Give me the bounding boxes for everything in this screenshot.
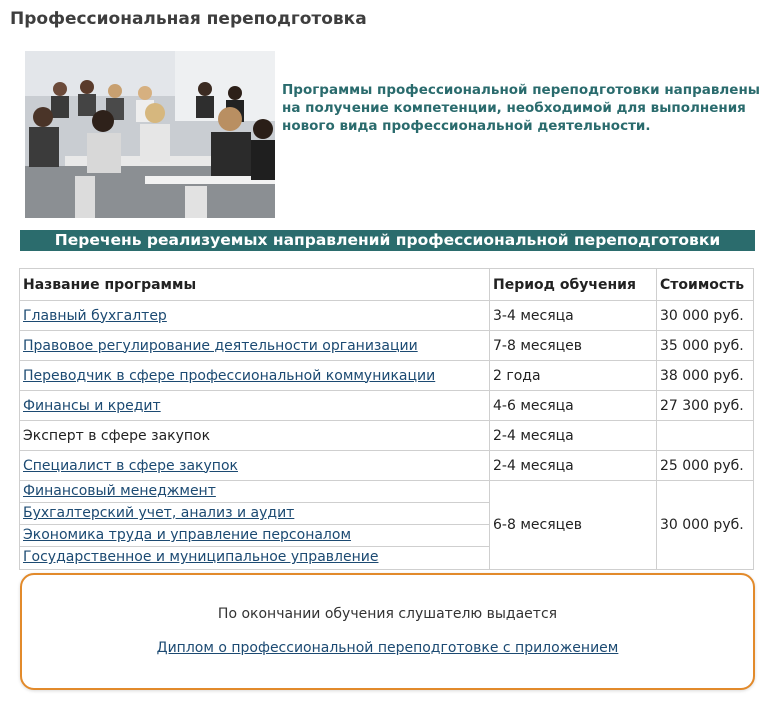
period-cell: 6-8 месяцев (489, 480, 657, 570)
programs-table: Название программы Период обучения Стоим… (19, 268, 754, 570)
program-name-cell: Правовое регулирование деятельности орга… (19, 330, 490, 361)
cost-cell: 35 000 руб. (656, 330, 754, 361)
list-item: Государственное и муниципальное управлен… (20, 547, 489, 569)
program-name-cell: Главный бухгалтер (19, 300, 490, 331)
table-row-group: Финансовый менеджмент Бухгалтерский учет… (19, 480, 754, 570)
intro-text: Программы профессиональной переподготовк… (282, 82, 760, 134)
page-title: Профессиональная переподготовка (10, 9, 367, 29)
header-cost: Стоимость (656, 268, 754, 301)
list-item: Финансовый менеджмент (20, 481, 489, 503)
cost-cell: 38 000 руб. (656, 360, 754, 391)
diploma-note-box: По окончании обучения слушателю выдается… (20, 573, 755, 690)
table-row: Специалист в сфере закупок 2-4 месяца 25… (19, 450, 754, 481)
program-name-cell: Эксперт в сфере закупок (19, 420, 490, 451)
header-period: Период обучения (489, 268, 657, 301)
program-link-chief-accountant[interactable]: Главный бухгалтер (23, 308, 167, 324)
table-header-row: Название программы Период обучения Стоим… (19, 268, 754, 301)
period-cell: 4-6 месяца (489, 390, 657, 421)
period-cell: 2-4 месяца (489, 450, 657, 481)
table-row: Главный бухгалтер 3-4 месяца 30 000 руб. (19, 300, 754, 331)
table-row: Переводчик в сфере профессиональной комм… (19, 360, 754, 391)
program-link-finance-credit[interactable]: Финансы и кредит (23, 398, 161, 414)
program-link-public-administration[interactable]: Государственное и муниципальное управлен… (23, 549, 378, 565)
table-row: Финансы и кредит 4-6 месяца 27 300 руб. (19, 390, 754, 421)
section-banner: Перечень реализуемых направлений професс… (20, 230, 755, 251)
cost-cell (656, 420, 754, 451)
period-cell: 7-8 месяцев (489, 330, 657, 361)
classroom-photo (25, 51, 275, 218)
header-name: Название программы (19, 268, 490, 301)
table-row: Эксперт в сфере закупок 2-4 месяца (19, 420, 754, 451)
program-link-procurement-specialist[interactable]: Специалист в сфере закупок (23, 458, 238, 474)
table-row: Правовое регулирование деятельности орга… (19, 330, 754, 361)
program-link-translator[interactable]: Переводчик в сфере профессиональной комм… (23, 368, 435, 384)
cost-cell: 30 000 руб. (656, 480, 754, 570)
period-cell: 2-4 месяца (489, 420, 657, 451)
diploma-link[interactable]: Диплом о профессиональной переподготовке… (157, 640, 619, 656)
note-text: По окончании обучения слушателю выдается (217, 606, 558, 622)
period-cell: 3-4 месяца (489, 300, 657, 331)
program-name-cell: Специалист в сфере закупок (19, 450, 490, 481)
period-cell: 2 года (489, 360, 657, 391)
program-link-financial-management[interactable]: Финансовый менеджмент (23, 483, 216, 499)
program-name-cell: Финансы и кредит (19, 390, 490, 421)
program-name-cell: Переводчик в сфере профессиональной комм… (19, 360, 490, 391)
program-link-accounting-audit[interactable]: Бухгалтерский учет, анализ и аудит (23, 505, 294, 521)
cost-cell: 25 000 руб. (656, 450, 754, 481)
list-item: Экономика труда и управление персоналом (20, 525, 489, 547)
program-link-labor-economics[interactable]: Экономика труда и управление персоналом (23, 527, 351, 543)
program-group-cell: Финансовый менеджмент Бухгалтерский учет… (19, 480, 490, 570)
cost-cell: 30 000 руб. (656, 300, 754, 331)
cost-cell: 27 300 руб. (656, 390, 754, 421)
list-item: Бухгалтерский учет, анализ и аудит (20, 503, 489, 525)
program-link-legal-regulation[interactable]: Правовое регулирование деятельности орга… (23, 338, 418, 354)
